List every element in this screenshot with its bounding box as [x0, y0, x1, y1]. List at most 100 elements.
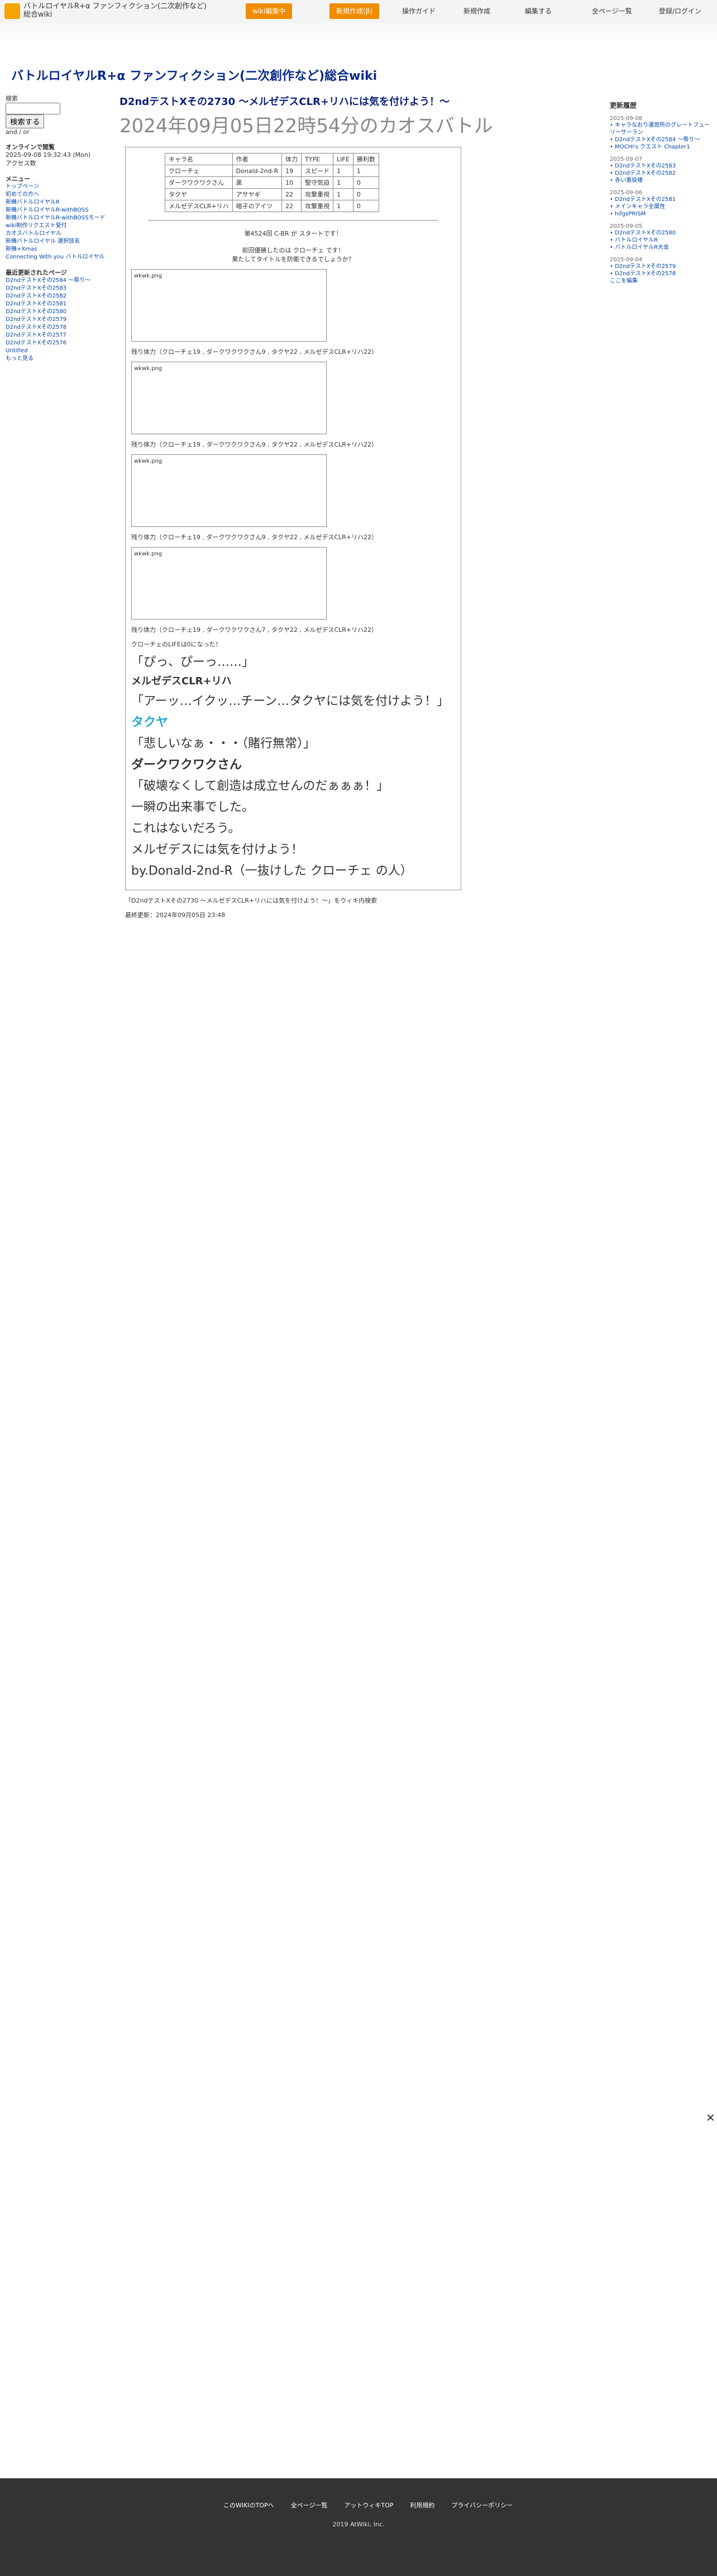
- update-item[interactable]: • バトルロイヤルR: [610, 237, 710, 244]
- page-title: D2ndテストXその2730 ～メルゼデスCLR+リハには気を付けよう！～: [120, 96, 450, 108]
- faint-text: クローチェのLIFEは0になった！: [131, 641, 222, 648]
- menu-item[interactable]: 新機+Xmas: [6, 246, 106, 253]
- table-header-cell: 体力: [281, 153, 302, 165]
- ending-line: これはないだろう。: [131, 822, 241, 836]
- table-cell: 0: [352, 188, 379, 200]
- update-date: 2025-09-07: [610, 156, 643, 162]
- update-item[interactable]: • 赤い悪役様: [610, 177, 710, 184]
- table-cell: ダークワクワクさん: [165, 176, 233, 189]
- ghost-header: [0, 22, 717, 39]
- search-button[interactable]: 検索する: [6, 114, 45, 128]
- update-item[interactable]: • メインキャラ全属性: [610, 203, 710, 210]
- big1-name: メルゼデスCLR+リハ: [131, 675, 232, 687]
- table-row: メルゼデスCLR+リハ 暗子のアイツ 22 攻撃重視 1 0: [165, 200, 379, 212]
- menu-item[interactable]: 新機バトルロイヤルR-withBOSS: [6, 207, 106, 214]
- hp-line: 残り体力（クローチェ19 , ダークワクワクさん9 , タクヤ22 , メルゼデ…: [131, 348, 378, 356]
- all-pages-link[interactable]: 全ページ一覧: [592, 3, 632, 19]
- menu-item[interactable]: 新機バトルロイヤルR-withBOSSモード: [6, 214, 106, 222]
- table-cell: 黒: [232, 176, 283, 189]
- update-item[interactable]: • D2ndテストXその2579: [610, 263, 710, 270]
- menu-item[interactable]: 新機バトルロイヤル 選択技名: [6, 238, 106, 246]
- footer-link[interactable]: 全ページ一覧: [291, 2502, 328, 2509]
- footer-link[interactable]: プライバシーポリシー: [451, 2502, 513, 2509]
- guide-link[interactable]: 操作ガイド: [402, 3, 436, 19]
- right-list: 2025-09-08 • キャラなおり運営所のグレートフューリーサーラン • D2n…: [610, 116, 710, 277]
- more-link[interactable]: もっと見る: [6, 355, 106, 363]
- search-input[interactable]: [6, 103, 60, 114]
- recent-item[interactable]: D2ndテストXその2581: [6, 300, 106, 308]
- battle-box: wkwk.png: [131, 269, 327, 342]
- update-item[interactable]: • D2ndテストXその2584 ～祭り～: [610, 136, 710, 143]
- table-cell: 攻撃重視: [301, 200, 334, 212]
- update-item[interactable]: • D2ndテストXその2578: [610, 270, 710, 277]
- recent-item[interactable]: D2ndテストXその2577: [6, 332, 106, 339]
- table-header-cell: キャラ名: [165, 153, 233, 165]
- site-name[interactable]: バトルロイヤルR+α ファンフィクション(二次創作など)総合wiki: [23, 2, 213, 19]
- update-item[interactable]: • D2ndテストXその2582: [610, 170, 710, 177]
- close-icon[interactable]: ✕: [706, 2111, 715, 2124]
- recent-item[interactable]: D2ndテストXその2578: [6, 324, 106, 332]
- character-image: wkwk.png: [134, 366, 162, 372]
- prev-note: 果たしてタイトルを防衛できるでしょうか？: [232, 256, 355, 263]
- table-cell: 1: [333, 200, 353, 212]
- takuya-name: タクヤ: [131, 716, 169, 730]
- new-page-button[interactable]: 新規作成(β): [329, 3, 380, 19]
- rightbar-link[interactable]: ここを編集: [610, 277, 710, 285]
- hp-line: 残り体力（クローチェ19 , ダークワクワクさん7 , タクヤ22 , メルゼデ…: [131, 626, 378, 634]
- menu-item[interactable]: wiki制作リクエスト受付: [6, 222, 106, 230]
- update-item[interactable]: • バトルロイヤルR大会: [610, 244, 710, 251]
- login-link[interactable]: 登録/ログイン: [659, 3, 701, 19]
- update-date: 2025-09-08: [610, 116, 643, 122]
- update-item[interactable]: • キャラなおり運営所のグレートフューリーサーラン: [610, 122, 710, 136]
- recent-item[interactable]: D2ndテストXその2583: [6, 285, 106, 292]
- update-item[interactable]: • hifgsPRISM: [610, 210, 710, 218]
- ending-line: by.Donald-2nd-R（一抜けした クローチェ の人）: [131, 864, 413, 878]
- recent-item[interactable]: D2ndテストXその2576: [6, 339, 106, 347]
- update-date: 2025-09-04: [610, 257, 643, 263]
- create-link[interactable]: 新規作成: [463, 3, 490, 19]
- update-item[interactable]: • D2ndテストXその2581: [610, 196, 710, 203]
- recent-item[interactable]: D2ndテストXその2584 ～祭り～: [6, 277, 106, 285]
- update-item[interactable]: • D2ndテストXその2580: [610, 229, 710, 237]
- menu-item[interactable]: Connecting With you バトルロイヤル: [6, 253, 106, 261]
- table-cell: 10: [281, 176, 302, 189]
- menu-item[interactable]: トップページ: [6, 183, 106, 191]
- battle-box: wkwk.png: [131, 362, 327, 434]
- update-item[interactable]: • MOCHI's クエスト Chapter1: [610, 143, 710, 151]
- menu-item[interactable]: 初めての方へ: [6, 191, 106, 199]
- table-cell: 1: [333, 188, 353, 200]
- table-cell: Donald-2nd-R: [232, 165, 283, 177]
- recent-item[interactable]: D2ndテストXその2579: [6, 316, 106, 324]
- edit-link[interactable]: 編集する: [525, 3, 552, 19]
- footer-link[interactable]: このWIKIのTOPへ: [223, 2502, 274, 2509]
- recent-title: 最近更新されたページ: [6, 269, 67, 276]
- recent-item[interactable]: D2ndテストXその2582: [6, 292, 106, 300]
- updated-text: 最終更新：2024年09月05日 23:48: [125, 912, 226, 919]
- menu-title: メニュー: [6, 175, 30, 183]
- footer-link[interactable]: アットウィキTOP: [344, 2502, 393, 2509]
- table-row: ダークワクワクさん黒 10 堅守気迫 1 0: [165, 176, 379, 189]
- winner-name: ダークワクワクさん: [131, 758, 242, 772]
- update-date: 2025-09-06: [610, 190, 643, 196]
- faint-quote: 「ぴっ、ぴーっ……」: [131, 655, 255, 669]
- recent-list: D2ndテストXその2584 ～祭り～ D2ndテストXその2583 D2ndテスト…: [6, 277, 106, 355]
- footer-link[interactable]: 利用規約: [410, 2502, 434, 2509]
- wiki-menu-button[interactable]: wiki編集中: [246, 3, 293, 19]
- update-item[interactable]: • D2ndテストXその2583: [610, 162, 710, 170]
- left-sidebar: 検索 検索する and / or オンラインで閲覧 2025-09-08 19:…: [6, 94, 106, 363]
- footer: このWIKIのTOPへ 全ページ一覧 アットウィキTOP 利用規約 プライバシーポリシー…: [0, 2478, 717, 2576]
- access-label: アクセス数: [6, 160, 36, 167]
- ending-line: 一瞬の出来事でした。: [131, 800, 255, 814]
- recent-item[interactable]: D2ndテストXその2580: [6, 308, 106, 316]
- wiki-title[interactable]: バトルロイヤルR+α ファンフィクション(二次創作など)総合wiki: [11, 66, 377, 84]
- share-link[interactable]: 「D2ndテストXその2730 ～メルゼデスCLR+リハには気を付けよう！～」を…: [125, 896, 600, 905]
- menu-item[interactable]: 新機バトルロイヤルR: [6, 199, 106, 207]
- table-header-cell: 作者: [232, 153, 283, 165]
- recent-item[interactable]: Untitled: [6, 347, 106, 355]
- search-label: 検索: [6, 95, 18, 102]
- date-text: 2025-09-08 19:32:43 (Mon): [6, 151, 91, 159]
- hp-line: 残り体力（クローチェ19 , ダークワクワクさん9 , タクヤ22 , メルゼデ…: [131, 534, 378, 541]
- rightbar-title: 更新履歴: [610, 102, 637, 109]
- site-logo[interactable]: [4, 3, 20, 19]
- menu-item[interactable]: カオスバトルロイヤル: [6, 230, 106, 238]
